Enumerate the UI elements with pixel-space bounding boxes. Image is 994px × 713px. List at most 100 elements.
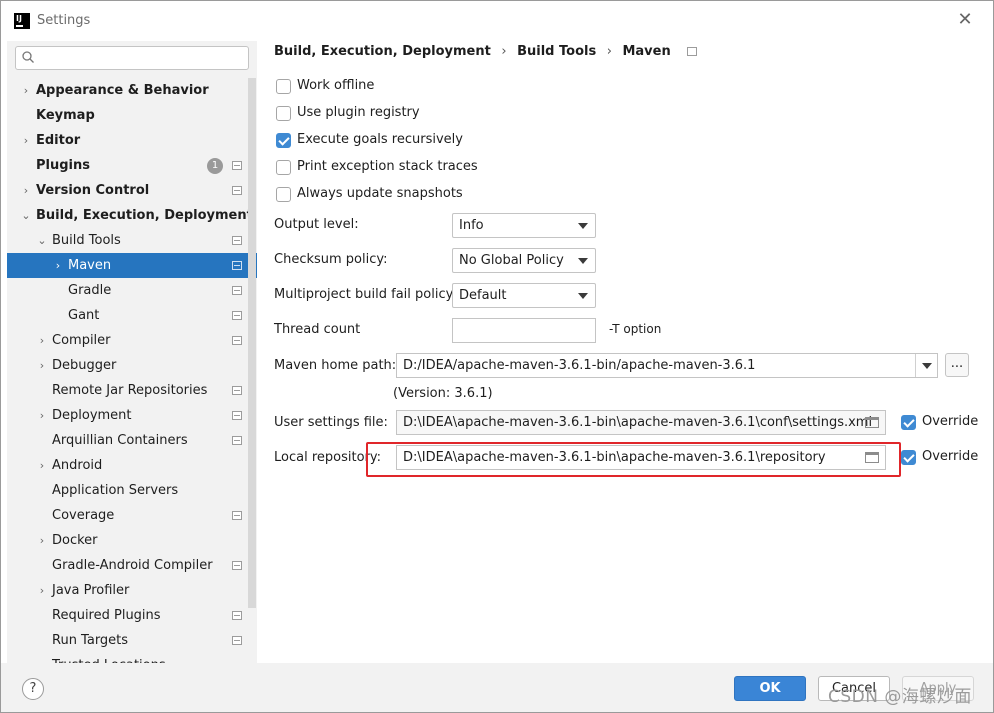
sidebar-item-gradle[interactable]: Gradle (7, 278, 257, 303)
sidebar-item-debugger[interactable]: › Debugger (7, 353, 257, 378)
sidebar-scrollbar[interactable] (248, 78, 256, 608)
sidebar-item-docker[interactable]: › Docker (7, 528, 257, 553)
sidebar-item-keymap[interactable]: Keymap (7, 103, 257, 128)
settings-sidebar: › Appearance & Behavior Keymap › Editor Plugi… (7, 41, 257, 673)
input-value: D:/IDEA/apache-maven-3.6.1-bin/apache-ma… (403, 358, 756, 373)
project-scope-icon (232, 311, 242, 320)
project-scope-icon (232, 186, 242, 195)
chevron-right-icon[interactable]: › (53, 253, 63, 278)
checkbox-label: Always update snapshots (297, 186, 463, 201)
sidebar-item-required-plugins[interactable]: Required Plugins (7, 603, 257, 628)
chevron-right-icon[interactable]: › (37, 528, 47, 553)
sidebar-item-application-servers[interactable]: Application Servers (7, 478, 257, 503)
ok-button[interactable]: OK (734, 676, 806, 701)
sidebar-item-appearance-behavior[interactable]: › Appearance & Behavior (7, 78, 257, 103)
checkbox-label: Work offline (297, 78, 375, 93)
maven-home-path-label: Maven home path: (274, 358, 397, 373)
sidebar-item-label: Deployment (52, 408, 132, 423)
help-icon[interactable]: ? (22, 678, 44, 700)
annotation-highlight-box (366, 442, 901, 477)
project-scope-icon (232, 436, 242, 445)
intellij-app-icon: IJ (14, 13, 30, 29)
checkbox-label: Override (922, 449, 979, 464)
sidebar-item-editor[interactable]: › Editor (7, 128, 257, 153)
sidebar-item-coverage[interactable]: Coverage (7, 503, 257, 528)
chevron-right-icon[interactable]: › (37, 453, 47, 478)
project-scope-icon (232, 286, 242, 295)
sidebar-item-run-targets[interactable]: Run Targets (7, 628, 257, 653)
checkbox-box[interactable] (276, 79, 291, 94)
chevron-right-icon[interactable]: › (21, 128, 31, 153)
update-count-badge: 1 (207, 158, 223, 174)
sidebar-item-deployment[interactable]: › Deployment (7, 403, 257, 428)
multiproject-fail-policy-dropdown[interactable]: Default (452, 283, 596, 308)
sidebar-item-label: Appearance & Behavior (36, 83, 209, 98)
title-bar: IJ Settings ✕ (1, 1, 993, 41)
chevron-right-icon[interactable]: › (37, 403, 47, 428)
checkbox-box[interactable] (901, 450, 916, 465)
sidebar-item-label: Docker (52, 533, 98, 548)
close-icon[interactable]: ✕ (956, 11, 974, 29)
chevron-right-icon[interactable]: › (21, 178, 31, 203)
checkbox-label: Override (922, 414, 979, 429)
checkbox-box[interactable] (276, 160, 291, 175)
project-scope-icon (232, 336, 242, 345)
user-settings-file-label: User settings file: (274, 415, 388, 430)
chevron-down-icon[interactable]: ⌄ (37, 228, 47, 253)
sidebar-item-label: Android (52, 458, 103, 473)
sidebar-item-version-control[interactable]: › Version Control (7, 178, 257, 203)
chevron-down-icon (578, 223, 588, 229)
sidebar-item-remote-jar-repositories[interactable]: Remote Jar Repositories (7, 378, 257, 403)
folder-icon[interactable] (865, 417, 879, 428)
sidebar-item-gradle-android-compiler[interactable]: Gradle-Android Compiler (7, 553, 257, 578)
sidebar-item-label: Remote Jar Repositories (52, 383, 208, 398)
maven-home-path-combo[interactable]: D:/IDEA/apache-maven-3.6.1-bin/apache-ma… (396, 353, 938, 378)
chevron-right-icon[interactable]: › (37, 353, 47, 378)
settings-window: IJ Settings ✕ › Appearance & Behavior Keym… (0, 0, 994, 713)
input-value: D:\IDEA\apache-maven-3.6.1-bin\apache-ma… (403, 415, 873, 430)
sidebar-item-label: Gant (68, 308, 100, 323)
sidebar-item-build-execution-deployment[interactable]: ⌄ Build, Execution, Deployment (7, 203, 257, 228)
chevron-down-icon[interactable]: ⌄ (21, 203, 31, 228)
sidebar-item-label: Plugins (36, 158, 90, 173)
checkbox-box[interactable] (901, 415, 916, 430)
sidebar-item-java-profiler[interactable]: › Java Profiler (7, 578, 257, 603)
sidebar-item-label: Gradle-Android Compiler (52, 558, 213, 573)
chevron-right-icon[interactable]: › (21, 78, 31, 103)
sidebar-item-label: Maven (68, 258, 112, 273)
breadcrumb-separator: › (606, 44, 612, 59)
sidebar-item-label: Java Profiler (52, 583, 130, 598)
breadcrumb: Build, Execution, Deployment › Build Too… (274, 44, 703, 59)
settings-search-input[interactable] (15, 46, 249, 70)
sidebar-item-plugins[interactable]: Plugins 1 (7, 153, 257, 178)
user-settings-file-input[interactable]: D:\IDEA\apache-maven-3.6.1-bin\apache-ma… (396, 410, 886, 435)
browse-maven-home-button[interactable]: ... (945, 353, 969, 377)
sidebar-item-gant[interactable]: Gant (7, 303, 257, 328)
sidebar-item-label: Build, Execution, Deployment (36, 208, 253, 223)
maven-version-text: (Version: 3.6.1) (393, 386, 493, 401)
watermark-text: CSDN @海螺炒面 (828, 687, 972, 707)
output-level-dropdown[interactable]: Info (452, 213, 596, 238)
chevron-right-icon[interactable]: › (37, 578, 47, 603)
thread-count-input[interactable] (452, 318, 596, 343)
project-scope-icon (687, 47, 698, 56)
project-scope-icon (232, 386, 242, 395)
sidebar-item-build-tools[interactable]: ⌄ Build Tools (7, 228, 257, 253)
checksum-policy-dropdown[interactable]: No Global Policy (452, 248, 596, 273)
maven-home-dropdown-button[interactable] (915, 354, 937, 377)
breadcrumb-item: Build Tools (517, 44, 597, 59)
checkbox-box[interactable] (276, 133, 291, 148)
checksum-policy-label: Checksum policy: (274, 252, 388, 267)
sidebar-item-maven[interactable]: › Maven (7, 253, 257, 278)
sidebar-item-label: Run Targets (52, 633, 129, 648)
sidebar-item-arquillian-containers[interactable]: Arquillian Containers (7, 428, 257, 453)
sidebar-item-label: Build Tools (52, 233, 121, 248)
thread-count-hint: -T option (609, 322, 662, 336)
checkbox-box[interactable] (276, 106, 291, 121)
checkbox-box[interactable] (276, 187, 291, 202)
local-repository-label: Local repository: (274, 450, 381, 465)
sidebar-item-compiler[interactable]: › Compiler (7, 328, 257, 353)
chevron-right-icon[interactable]: › (37, 328, 47, 353)
settings-tree: › Appearance & Behavior Keymap › Editor Plugi… (7, 78, 257, 678)
sidebar-item-android[interactable]: › Android (7, 453, 257, 478)
